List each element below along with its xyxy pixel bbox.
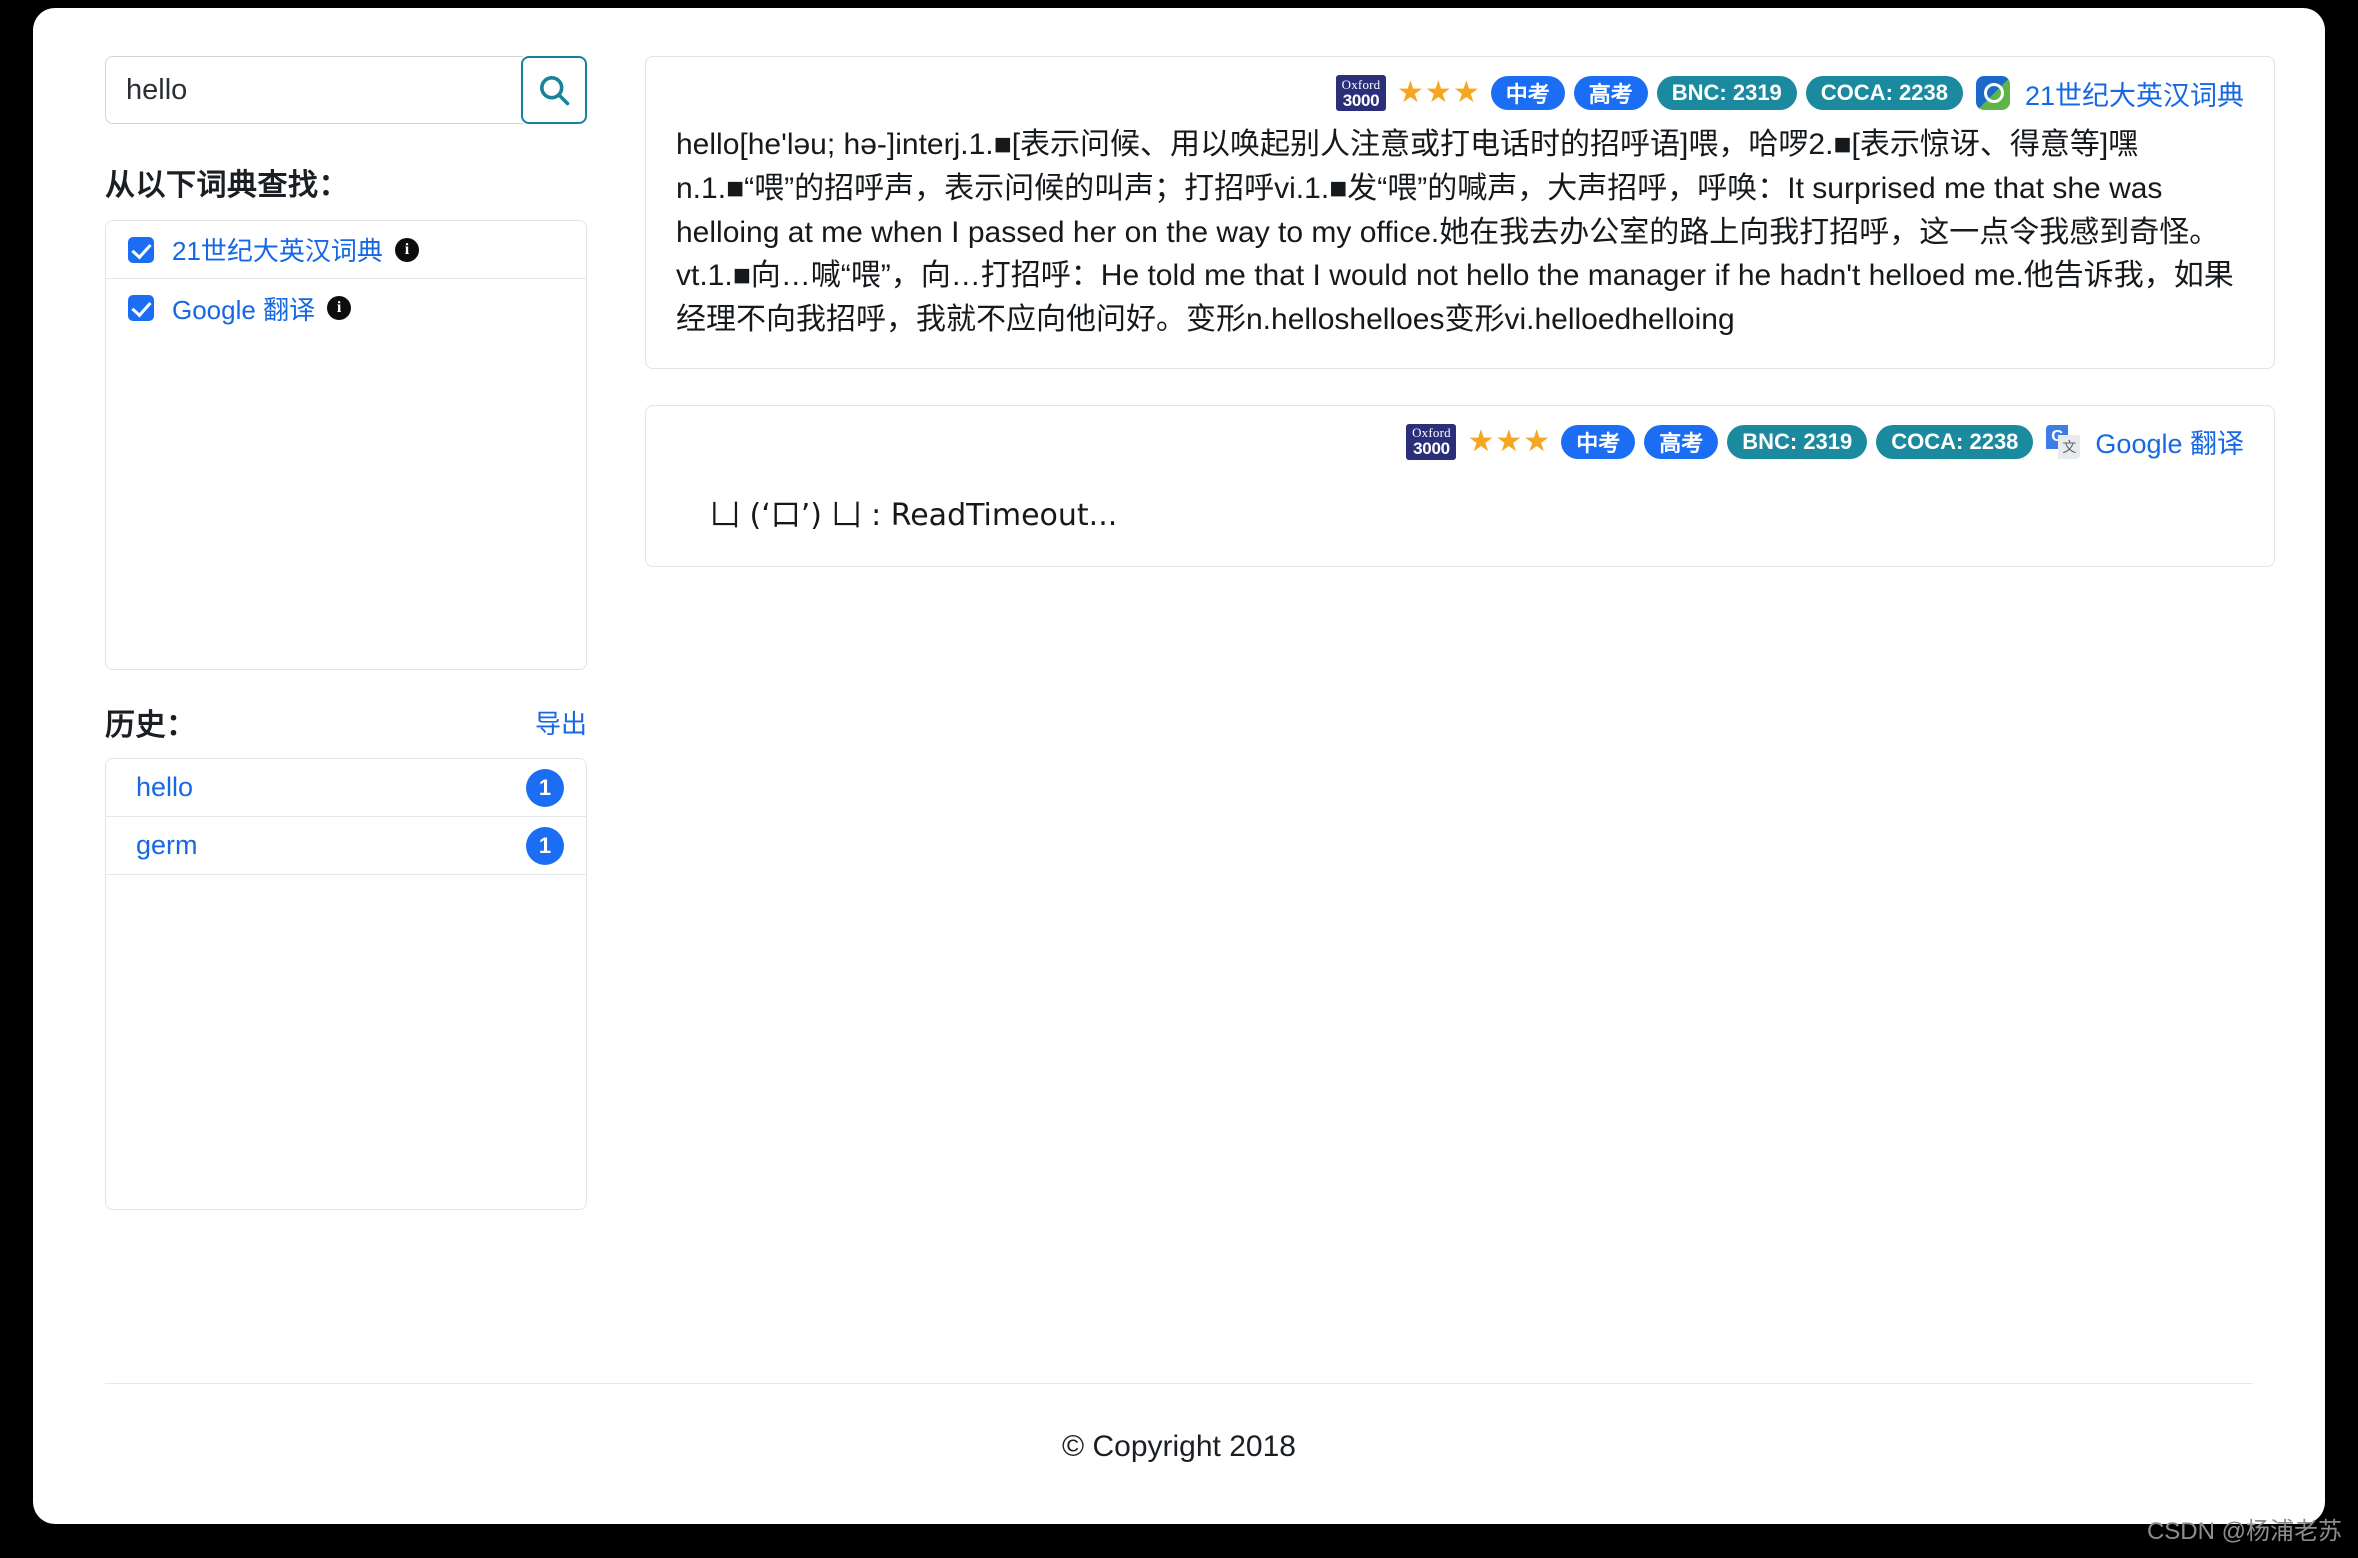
result-card-dictionary: Oxford 3000 ★ ★ ★ 中考 高考 BNC: 2319 C [645, 56, 2275, 369]
definition-text: hello[he'ləu; hə-]interj.1.■[表示问候、用以唤起别人… [676, 123, 2244, 342]
error-message: 凵 (‘口’) 凵 : ReadTimeout... [676, 464, 2244, 540]
star-icon: ★ [1397, 78, 1424, 108]
dictionary-label[interactable]: Google 翻译 [172, 290, 315, 327]
info-icon[interactable]: i [327, 296, 351, 320]
oxford-3000-badge: Oxford 3000 [1336, 75, 1386, 111]
result-card-google-translate: Oxford 3000 ★ ★ ★ 中考 高考 BNC: 2319 C [645, 405, 2275, 567]
oxford-badge-top: Oxford [1342, 78, 1381, 91]
history-header: 历史： 导出 [105, 700, 587, 744]
search-button[interactable] [521, 56, 587, 124]
dictionary-item-google-translate[interactable]: Google 翻译 i [106, 279, 586, 337]
checkbox-google-translate[interactable] [128, 295, 154, 321]
badge-row: Oxford 3000 ★ ★ ★ 中考 高考 BNC: 2319 C [676, 420, 2244, 464]
export-history-link[interactable]: 导出 [535, 704, 587, 744]
watermark: CSDN @杨浦老苏 [2147, 1511, 2342, 1546]
footer-divider [105, 1383, 2253, 1384]
history-list-panel: hello 1 germ 1 [105, 758, 587, 1210]
results-column: Oxford 3000 ★ ★ ★ 中考 高考 BNC: 2319 C [587, 56, 2283, 603]
badge-row: Oxford 3000 ★ ★ ★ 中考 高考 BNC: 2319 C [676, 71, 2244, 115]
sidebar: 从以下词典查找： 21世纪大英汉词典 i Google 翻译 i [75, 56, 587, 1210]
badge-zhongkao: 中考 [1561, 425, 1635, 459]
history-item[interactable]: hello 1 [106, 759, 586, 817]
history-count-badge: 1 [526, 827, 564, 865]
dictionary-label[interactable]: 21世纪大英汉词典 [172, 231, 383, 268]
star-icon: ★ [1467, 427, 1494, 457]
footer: © Copyright 2018 [105, 1383, 2253, 1464]
google-translate-icon: G 文 [2046, 425, 2080, 459]
star-icon: ★ [1523, 427, 1550, 457]
info-icon[interactable]: i [395, 238, 419, 262]
checkbox-21century[interactable] [128, 237, 154, 263]
page-root: 从以下词典查找： 21世纪大英汉词典 i Google 翻译 i [0, 0, 2358, 1558]
dictionary-item-21century[interactable]: 21世纪大英汉词典 i [106, 221, 586, 279]
history-count-badge: 1 [526, 769, 564, 807]
history-item[interactable]: germ 1 [106, 817, 586, 875]
oxford-badge-bottom: 3000 [1343, 92, 1380, 109]
star-rating: ★ ★ ★ [1467, 427, 1550, 457]
main-columns: 从以下词典查找： 21世纪大英汉词典 i Google 翻译 i [75, 56, 2283, 1210]
app-sheet: 从以下词典查找： 21世纪大英汉词典 i Google 翻译 i [33, 8, 2325, 1524]
source-link-21century[interactable]: 21世纪大英汉词典 [2025, 74, 2244, 113]
badge-zhongkao: 中考 [1491, 76, 1565, 110]
dictionary-list-panel: 21世纪大英汉词典 i Google 翻译 i [105, 220, 587, 670]
search-bar [105, 56, 587, 124]
dictionary-section-title: 从以下词典查找： [105, 160, 587, 204]
badge-gaokao: 高考 [1644, 425, 1718, 459]
star-icon: ★ [1425, 78, 1452, 108]
search-input[interactable] [105, 56, 523, 124]
google-translate-char-glyph: 文 [2058, 435, 2080, 459]
copyright-text: © Copyright 2018 [105, 1430, 2253, 1464]
star-rating: ★ ★ ★ [1397, 78, 1480, 108]
star-icon: ★ [1453, 78, 1480, 108]
badge-coca: COCA: 2238 [1806, 76, 1963, 110]
oxford-badge-bottom: 3000 [1413, 440, 1450, 457]
dictionary-21century-icon [1976, 76, 2010, 110]
badge-gaokao: 高考 [1574, 76, 1648, 110]
source-link-google-translate[interactable]: Google 翻译 [2095, 422, 2244, 461]
history-title: 历史： [105, 700, 197, 744]
history-word[interactable]: hello [136, 772, 193, 803]
oxford-3000-badge: Oxford 3000 [1406, 424, 1456, 460]
history-word[interactable]: germ [136, 830, 198, 861]
badge-coca: COCA: 2238 [1876, 425, 2033, 459]
badge-bnc: BNC: 2319 [1657, 76, 1797, 110]
star-icon: ★ [1495, 427, 1522, 457]
oxford-badge-top: Oxford [1412, 426, 1451, 439]
app-content: 从以下词典查找： 21世纪大英汉词典 i Google 翻译 i [33, 8, 2325, 1524]
search-icon [536, 72, 572, 108]
badge-bnc: BNC: 2319 [1727, 425, 1867, 459]
